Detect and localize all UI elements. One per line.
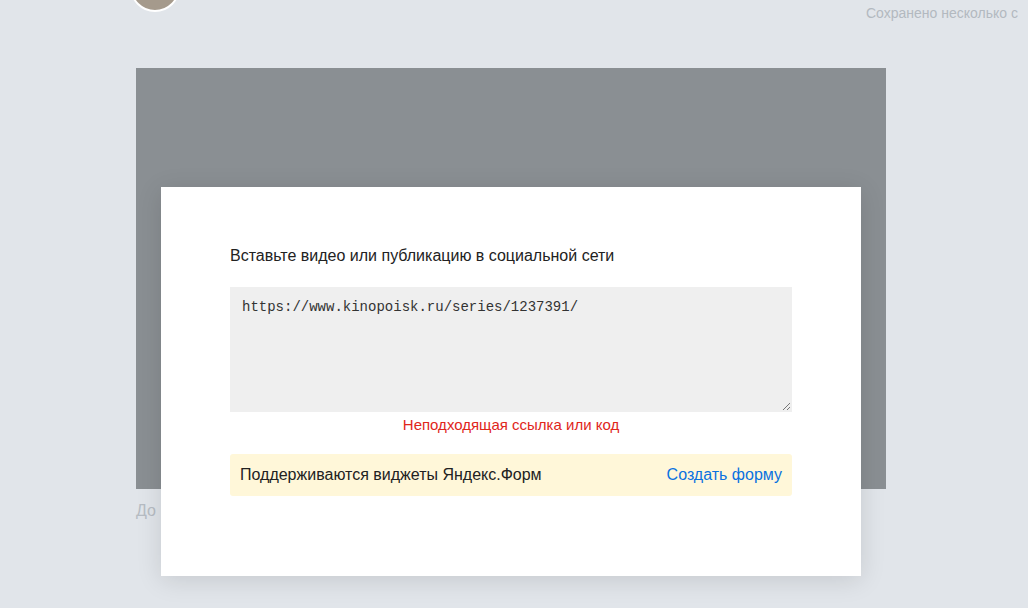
save-status: Сохранено несколько с bbox=[866, 4, 1028, 22]
notice-text: Поддерживаются виджеты Яндекс.Форм bbox=[240, 465, 542, 485]
dialog-title: Вставьте видео или публикацию в социальн… bbox=[230, 245, 792, 267]
avatar[interactable] bbox=[130, 0, 180, 12]
error-message: Неподходящая ссылка или код bbox=[230, 415, 792, 435]
embed-dialog: Вставьте видео или публикацию в социальн… bbox=[161, 187, 861, 576]
notice: Поддерживаются виджеты Яндекс.Форм Создат… bbox=[230, 454, 792, 496]
embed-input[interactable]: https://www.kinopoisk.ru/series/1237391/ bbox=[230, 287, 792, 412]
create-form-link[interactable]: Создать форму bbox=[667, 465, 782, 485]
embed-input-value: https://www.kinopoisk.ru/series/1237391/ bbox=[242, 299, 578, 315]
resize-grip-icon[interactable] bbox=[781, 401, 791, 411]
